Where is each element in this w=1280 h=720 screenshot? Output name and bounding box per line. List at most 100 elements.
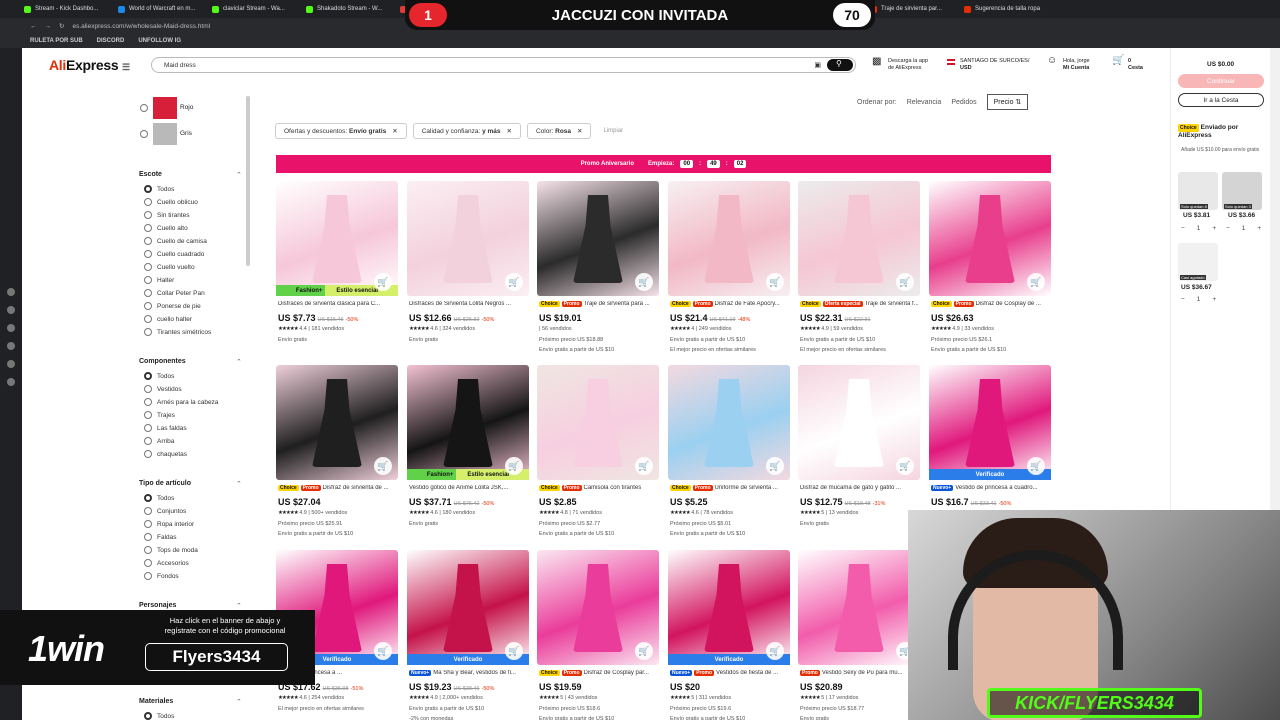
color-radio-red[interactable] [140,104,148,112]
close-icon[interactable]: ✕ [392,127,397,135]
product-card[interactable]: 🛒 Choice Promo Uniforme de sirvienta ... US … [668,365,790,545]
product-title[interactable]: Choice Promo Disfraz de Cosplay par... [539,670,659,676]
product-title[interactable]: Choice Oferta especial Traje de sirvienta … [800,301,920,307]
radio-button[interactable] [144,276,152,284]
radio-button[interactable] [144,289,152,297]
close-icon[interactable]: ✕ [507,127,512,135]
filter-option[interactable]: Ropa interior [144,520,194,528]
url-text[interactable]: es.aliexpress.com/w/wholesale-Maid-dress… [72,23,210,30]
camera-search-icon[interactable]: ▣ [814,61,821,69]
filter-option[interactable]: Cuello vuelto [144,263,195,271]
product-card[interactable]: 🛒 Promo Vestido Sexy de Pu para mu... US $2… [798,550,920,720]
filter-option[interactable]: Todos [144,712,174,720]
filter-option[interactable]: Conjuntos [144,507,186,515]
add-to-cart-icon[interactable]: 🛒 [766,642,784,660]
add-to-cart-icon[interactable]: 🛒 [635,642,653,660]
sort-relevance[interactable]: Relevancia [907,99,942,106]
rail-icon[interactable] [7,360,15,368]
color-swatch-gray[interactable] [153,123,177,145]
bookmark-discord[interactable]: DISCORD [97,38,125,44]
radio-button[interactable] [144,302,152,310]
filter-chip-shipping[interactable]: Ofertas y descuentos: Envío gratis ✕ [275,123,407,139]
rail-icon[interactable] [7,324,15,332]
add-to-cart-icon[interactable]: 🛒 [896,273,914,291]
product-card[interactable]: 🛒 Disfraces de Sirvienta Lolita Negros ..… [407,181,529,361]
product-card[interactable]: 🛒 Choice Promo Traje de sirvienta para ... U… [537,181,659,361]
radio-button[interactable] [144,712,152,720]
radio-button[interactable] [144,398,152,406]
bookmark-unfollow[interactable]: UNFOLLOW IG [138,38,181,44]
product-title[interactable]: Nuevo+ Promo Vestidos de fiesta de ... [670,670,790,676]
rail-icon[interactable] [7,288,15,296]
search-input[interactable]: Maid dress ▣ ⚲ [151,57,856,73]
chevron-up-icon[interactable]: ⌃ [236,480,242,488]
radio-button[interactable] [144,533,152,541]
menu-icon[interactable]: ☰ [122,62,130,72]
aliexpress-logo[interactable]: AliExpress ☰ [49,57,130,73]
back-icon[interactable]: ← [30,23,37,30]
product-title[interactable]: Choice Promo Disfraz de Fate Apocry... [670,301,790,307]
add-to-cart-icon[interactable]: 🛒 [505,642,523,660]
qty-stepper[interactable]: −1 + [1226,225,1261,232]
add-to-cart-icon[interactable]: 🛒 [766,273,784,291]
radio-button[interactable] [144,411,152,419]
browser-tab[interactable]: Traje de sirvienta par... [866,2,958,16]
filter-section-title[interactable]: Personajes [139,602,176,609]
filter-section-title[interactable]: Materiales [139,698,173,705]
add-to-cart-icon[interactable]: 🛒 [1027,457,1045,475]
user-account[interactable]: ☺ Hola, jorge Mi Cuenta [1047,56,1090,71]
filter-option[interactable]: Tops de moda [144,546,198,554]
forward-icon[interactable]: → [45,23,52,30]
filter-option[interactable]: Arnés para la cabeza [144,398,218,406]
chevron-up-icon[interactable]: ⌃ [236,358,242,366]
product-card[interactable]: 🛒 Choice Oferta especial Traje de sirvienta… [798,181,920,361]
filter-option[interactable]: Halter [144,276,174,284]
radio-button[interactable] [144,250,152,258]
sort-price[interactable]: Precio ⇅ [986,94,1029,110]
qty-stepper[interactable]: −1 + [1181,296,1216,303]
filter-option[interactable]: cuello halter [144,315,192,323]
add-to-cart-icon[interactable]: 🛒 [1027,273,1045,291]
product-card[interactable]: 🛒 Choice Promo Camisola con tirantes US $2.8… [537,365,659,545]
add-to-cart-icon[interactable]: 🛒 [374,642,392,660]
cart-item-thumb[interactable]: Solo quedan 8 [1178,172,1218,210]
browser-tab[interactable]: Sugerencia de talla ropa [960,2,1052,16]
radio-button[interactable] [144,507,152,515]
promo-banner[interactable]: Promo Aniversario Empieza: 00:49:02 [276,155,1051,173]
radio-button[interactable] [144,315,152,323]
cart-link[interactable]: 🛒 0 Cesta [1112,56,1143,71]
filter-option[interactable]: Cuello cuadrado [144,250,204,258]
product-title[interactable]: Nuevo+ Ma Sha y Bear, vestidos de fi... [409,670,529,676]
filter-option[interactable]: Cuello de camisa [144,237,207,245]
radio-button[interactable] [144,437,152,445]
cart-item-thumb[interactable]: Solo quedan 3 [1222,172,1262,210]
filter-option[interactable]: Vestidos [144,385,182,393]
radio-button[interactable] [144,520,152,528]
chevron-up-icon[interactable]: ⌃ [236,171,242,179]
radio-button[interactable] [144,494,152,502]
add-to-cart-icon[interactable]: 🛒 [505,273,523,291]
add-to-cart-icon[interactable]: 🛒 [505,457,523,475]
location-currency[interactable]: SANTIAGO DE SURCO/ES/ USD [947,58,1029,71]
add-to-cart-icon[interactable]: 🛒 [374,457,392,475]
filter-option[interactable]: Faldas [144,533,177,541]
rail-icon[interactable] [7,342,15,350]
product-title[interactable]: Nuevo+ Vestido de princesa a cuadro... [931,485,1051,491]
product-card[interactable]: 🛒 Choice Promo Disfraz de Cosplay de ... US … [929,181,1051,361]
add-to-cart-icon[interactable]: 🛒 [635,457,653,475]
radio-button[interactable] [144,385,152,393]
filter-option[interactable]: Ponerse de pie [144,302,201,310]
product-card[interactable]: 🛒 Disfraz de mucama de gato y gatito ... U… [798,365,920,545]
filter-section-title[interactable]: Tipo de artículo [139,480,191,487]
radio-button[interactable] [144,572,152,580]
product-card[interactable]: Fashion+ Estilo esencial 🛒 Disfraces de sir… [276,181,398,361]
product-title[interactable]: Choice Promo Camisola con tirantes [539,485,659,491]
filter-section-title[interactable]: Escote [139,171,162,178]
filter-option[interactable]: Cuello oblicuo [144,198,198,206]
radio-button[interactable] [144,546,152,554]
color-swatch-red[interactable] [153,97,177,119]
filter-option[interactable]: Cuello alto [144,224,188,232]
cart-item-thumb[interactable]: Casi agotado [1178,243,1218,281]
product-title[interactable]: Choice Promo Disfraz de sirvienta de ... [278,485,398,491]
product-card[interactable]: 🛒 Choice Promo Disfraz de Cosplay par... US … [537,550,659,720]
